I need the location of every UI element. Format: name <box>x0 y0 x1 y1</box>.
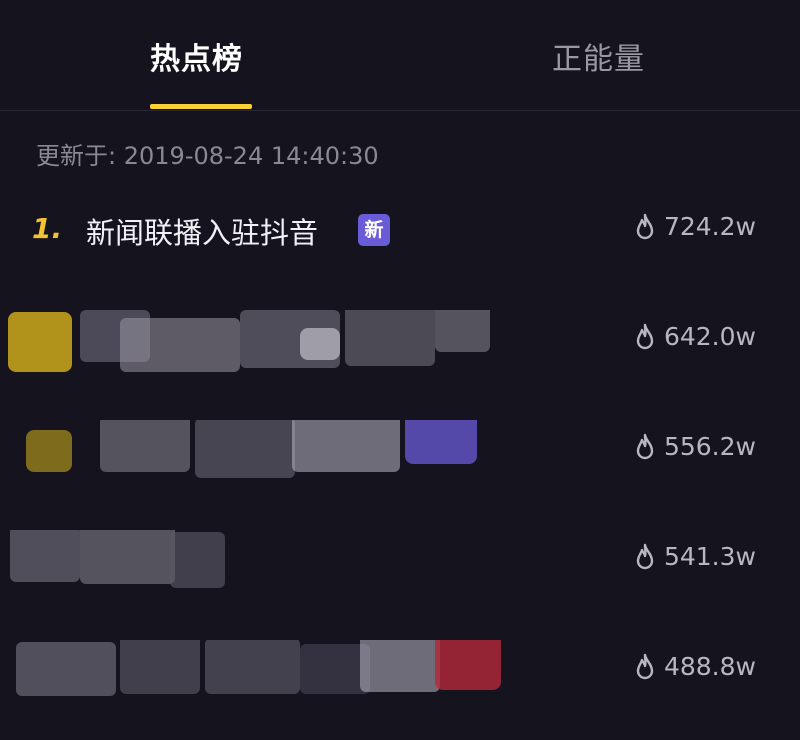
tab-positive-energy[interactable]: 正能量 <box>552 34 645 78</box>
heat-number: 556.2w <box>663 432 756 461</box>
heat-number: 642.0w <box>663 322 756 351</box>
flame-icon <box>636 213 654 239</box>
heat-number: 488.8w <box>663 652 756 681</box>
heat-value: 556.2w <box>634 432 756 461</box>
heat-value: 541.3w <box>634 542 756 571</box>
active-tab-indicator <box>150 104 252 109</box>
redacted-content <box>26 420 477 478</box>
list-item[interactable]: 556.2w <box>0 420 800 520</box>
new-badge: 新 <box>358 214 390 246</box>
flame-icon <box>636 543 654 569</box>
update-time-label: 更新于: <box>36 142 117 170</box>
heat-value: 642.0w <box>634 322 756 351</box>
flame-icon <box>636 653 654 679</box>
list-item[interactable]: 488.8w <box>0 640 800 740</box>
heat-number: 541.3w <box>663 542 756 571</box>
redacted-content <box>8 310 490 372</box>
update-time-value: 2019-08-24 14:40:30 <box>123 142 379 170</box>
list-item[interactable]: 541.3w <box>0 530 800 630</box>
rank-number: 1. <box>32 212 63 245</box>
list-item[interactable]: 1. 新闻联播入驻抖音 新 724.2w <box>0 200 800 300</box>
tab-hot-list[interactable]: 热点榜 <box>150 34 243 78</box>
list-item[interactable]: 642.0w <box>0 310 800 410</box>
heat-number: 724.2w <box>663 212 756 241</box>
flame-icon <box>636 433 654 459</box>
flame-icon <box>636 323 654 349</box>
item-title: 新闻联播入驻抖音 <box>86 216 319 250</box>
redacted-content <box>10 530 225 588</box>
redacted-content <box>16 640 501 696</box>
tab-bar: 热点榜 正能量 <box>0 0 800 111</box>
update-time: 更新于: 2019-08-24 14:40:30 <box>36 136 379 171</box>
heat-value: 488.8w <box>634 652 756 681</box>
heat-value: 724.2w <box>634 212 756 241</box>
